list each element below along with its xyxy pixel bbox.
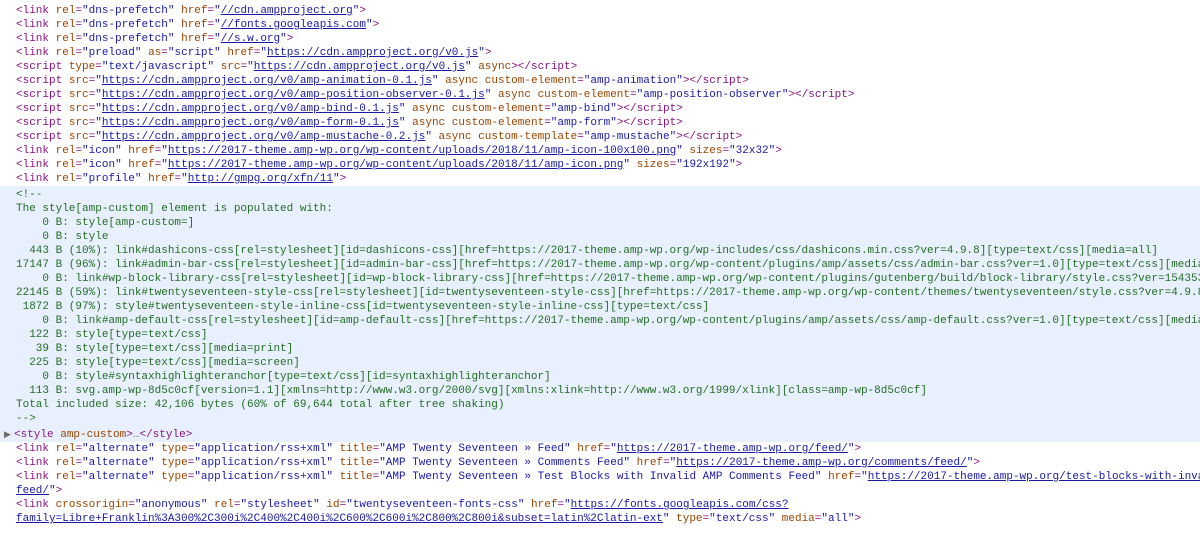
code-line-link-alternate-comments-feed: <link rel="alternate" type="application/… <box>16 456 1200 470</box>
comment-line: 225 B: style[type=text/css][media=screen… <box>16 356 1200 370</box>
href-link[interactable]: feed/ <box>16 485 49 497</box>
code-line-link-dns-prefetch-2: <link rel="dns-prefetch" href="//fonts.g… <box>16 18 1200 32</box>
comment-line: The style[amp-custom] element is populat… <box>16 202 1200 216</box>
comment-line: 0 B: link#wp-block-library-css[rel=style… <box>16 272 1200 286</box>
src-link[interactable]: https://cdn.ampproject.org/v0.js <box>254 61 465 73</box>
code-line-link-icon-32: <link rel="icon" href="https://2017-them… <box>16 144 1200 158</box>
href-link[interactable]: //s.w.org <box>221 33 280 45</box>
code-line-script-amp-bind: <script src="https://cdn.ampproject.org/… <box>16 102 1200 116</box>
src-link[interactable]: https://cdn.ampproject.org/v0/amp-bind-0… <box>102 103 399 115</box>
code-line-style-amp-custom[interactable]: ▶<style amp-custom>…</style> <box>0 428 1200 442</box>
code-line-link-alternate-test-blocks-feed-cont: feed/"> <box>0 484 1200 498</box>
code-line-link-fonts-css: <link crossorigin="anonymous" rel="style… <box>16 498 1200 512</box>
code-line-script-amp-position-observer: <script src="https://cdn.ampproject.org/… <box>16 88 1200 102</box>
href-link[interactable]: https://2017-theme.amp-wp.org/wp-content… <box>168 145 676 157</box>
href-link[interactable]: https://2017-theme.amp-wp.org/wp-content… <box>168 159 623 171</box>
href-link[interactable]: family=Libre+Franklin%3A300%2C300i%2C400… <box>16 513 663 525</box>
comment-close: --> <box>16 412 1200 426</box>
comment-line: 0 B: style[amp-custom=] <box>16 216 1200 230</box>
href-link[interactable]: http://gmpg.org/xfn/11 <box>188 173 333 185</box>
href-link[interactable]: //fonts.googleapis.com <box>221 19 366 31</box>
href-link[interactable]: https://2017-theme.amp-wp.org/feed/ <box>617 443 848 455</box>
code-line-script-amp-form: <script src="https://cdn.ampproject.org/… <box>16 116 1200 130</box>
code-line-link-profile: <link rel="profile" href="http://gmpg.or… <box>16 172 1200 186</box>
code-line-link-preload: <link rel="preload" as="script" href="ht… <box>16 46 1200 60</box>
style-amp-custom-comment-block: <!-- The style[amp-custom] element is po… <box>0 186 1200 428</box>
expand-triangle-icon[interactable]: ▶ <box>4 428 14 442</box>
code-line-script-amp-animation: <script src="https://cdn.ampproject.org/… <box>16 74 1200 88</box>
code-line-link-dns-prefetch-1: <link rel="dns-prefetch" href="//cdn.amp… <box>16 4 1200 18</box>
href-link[interactable]: https://2017-theme.amp-wp.org/comments/f… <box>676 457 966 469</box>
comment-line: 17147 B (96%): link#admin-bar-css[rel=st… <box>16 258 1200 272</box>
code-line-link-alternate-feed: <link rel="alternate" type="application/… <box>16 442 1200 456</box>
code-line-link-icon-192: <link rel="icon" href="https://2017-them… <box>16 158 1200 172</box>
comment-line: 122 B: style[type=text/css] <box>16 328 1200 342</box>
comment-line: 1872 B (97%): style#twentyseventeen-styl… <box>16 300 1200 314</box>
href-link[interactable]: https://fonts.googleapis.com/css? <box>571 499 789 511</box>
code-line-link-alternate-test-blocks-feed: <link rel="alternate" type="application/… <box>16 470 1200 484</box>
src-link[interactable]: https://cdn.ampproject.org/v0/amp-positi… <box>102 89 485 101</box>
code-line-script-amp-mustache: <script src="https://cdn.ampproject.org/… <box>16 130 1200 144</box>
comment-line: 22145 B (59%): link#twentyseventeen-styl… <box>16 286 1200 300</box>
src-link[interactable]: https://cdn.ampproject.org/v0/amp-form-0… <box>102 117 399 129</box>
comment-total: Total included size: 42,106 bytes (60% o… <box>16 398 1200 412</box>
code-line-script-v0: <script type="text/javascript" src="http… <box>16 60 1200 74</box>
comment-line: 113 B: svg.amp-wp-8d5c0cf[version=1.1][x… <box>16 384 1200 398</box>
src-link[interactable]: https://cdn.ampproject.org/v0/amp-mustac… <box>102 131 425 143</box>
comment-line: 39 B: style[type=text/css][media=print] <box>16 342 1200 356</box>
comment-open: <!-- <box>16 188 1200 202</box>
code-line-link-dns-prefetch-3: <link rel="dns-prefetch" href="//s.w.org… <box>16 32 1200 46</box>
href-link[interactable]: https://2017-theme.amp-wp.org/test-block… <box>868 471 1200 483</box>
href-link[interactable]: //cdn.ampproject.org <box>221 5 353 17</box>
href-link[interactable]: https://cdn.ampproject.org/v0.js <box>267 47 478 59</box>
src-link[interactable]: https://cdn.ampproject.org/v0/amp-animat… <box>102 75 432 87</box>
comment-line: 0 B: link#amp-default-css[rel=stylesheet… <box>16 314 1200 328</box>
comment-line: 0 B: style#syntaxhighlighteranchor[type=… <box>16 370 1200 384</box>
comment-line: 0 B: style <box>16 230 1200 244</box>
code-line-link-fonts-css-cont: family=Libre+Franklin%3A300%2C300i%2C400… <box>0 512 1200 526</box>
comment-line: 443 B (10%): link#dashicons-css[rel=styl… <box>16 244 1200 258</box>
